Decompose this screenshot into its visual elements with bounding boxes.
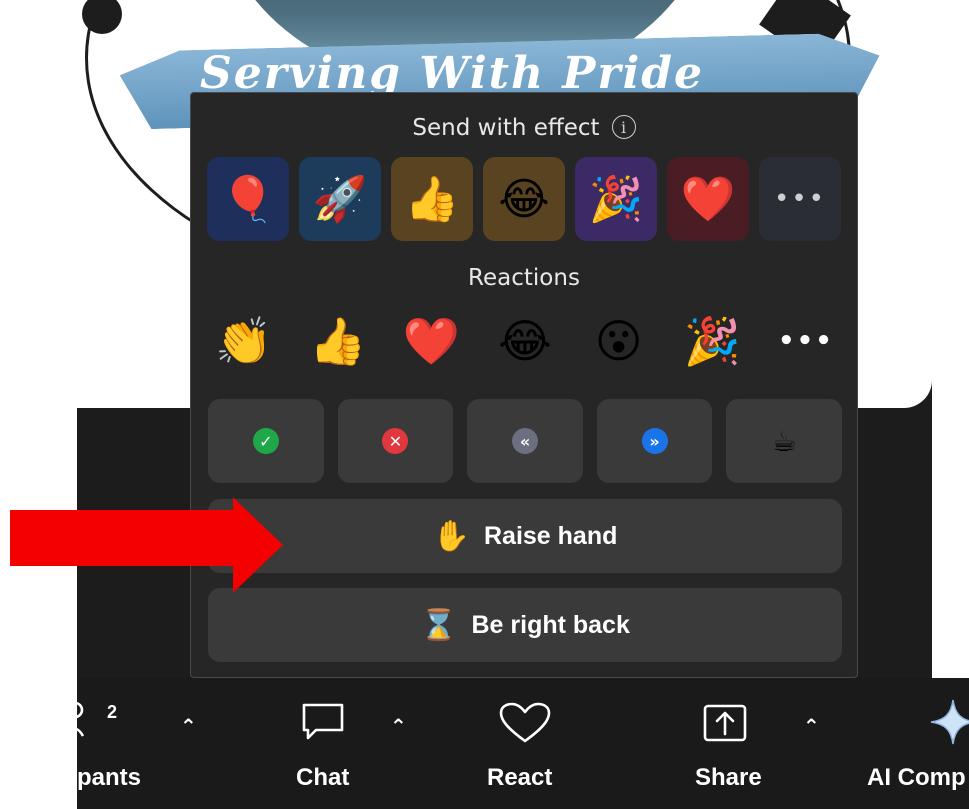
effect-laughing-button[interactable]: 😂 xyxy=(483,157,565,241)
effect-balloon-button[interactable]: 🎈 xyxy=(207,157,289,241)
reaction-laughing-button[interactable]: 😂 xyxy=(486,311,564,371)
slower-button[interactable]: « xyxy=(467,399,583,483)
party-popper-icon: 🎉 xyxy=(683,313,741,368)
no-x-icon: ✕ xyxy=(382,428,409,454)
faster-button[interactable]: » xyxy=(596,399,713,483)
meeting-toolbar: 2 pants ⌃ Chat ⌃ React Share ⌃ AI Comp xyxy=(69,678,969,809)
chat-button[interactable]: Chat xyxy=(282,678,372,809)
slower-icon: « xyxy=(511,428,538,454)
chat-chevron-up-icon[interactable]: ⌃ xyxy=(390,714,407,738)
right-edge xyxy=(932,0,969,700)
participants-count: 2 xyxy=(107,702,118,722)
more-icon: ••• xyxy=(773,184,826,214)
laughing-face-icon: 😂 xyxy=(498,173,550,225)
reactions-row: 👏 👍 ❤️ 😂 😮 🎉 ••• xyxy=(205,311,845,371)
clapping-hands-icon: 👏 xyxy=(215,313,273,368)
laughing-face-icon: 😂 xyxy=(498,314,552,368)
effect-rocket-button[interactable]: 🚀 xyxy=(299,157,381,241)
raise-hand-label: Raise hand xyxy=(483,521,618,550)
participants-icon xyxy=(69,701,85,737)
reactions-title: Reactions xyxy=(468,265,580,291)
effect-more-button[interactable]: ••• xyxy=(759,157,841,241)
coffee-break-button[interactable]: ☕ xyxy=(726,399,842,483)
effect-heart-button[interactable]: ❤️ xyxy=(667,157,749,241)
faster-icon: » xyxy=(641,428,668,454)
no-button[interactable]: ✕ xyxy=(337,399,454,483)
ai-companion-button[interactable]: AI Comp xyxy=(867,678,969,809)
participants-button[interactable]: 2 pants xyxy=(69,678,147,809)
share-chevron-up-icon[interactable]: ⌃ xyxy=(803,714,820,738)
heart-outline-icon xyxy=(499,702,551,743)
react-label: React xyxy=(487,764,553,791)
reaction-more-button[interactable]: ••• xyxy=(767,311,845,371)
sparkle-icon xyxy=(930,699,969,745)
chat-label: Chat xyxy=(296,764,350,791)
reaction-clap-button[interactable]: 👏 xyxy=(205,311,283,371)
rocket-icon: 🚀 xyxy=(312,174,368,225)
thumbs-up-icon: 👍 xyxy=(309,313,367,368)
reactions-popup: Send with effect i 🎈 🚀 👍 😂 🎉 ❤️ ••• React… xyxy=(190,92,858,678)
ai-companion-label: AI Comp xyxy=(867,764,966,791)
annotation-arrow-shaft xyxy=(10,510,234,566)
reaction-thumbs-up-button[interactable]: 👍 xyxy=(299,311,377,371)
raised-hand-icon: ✋ xyxy=(432,519,470,553)
be-right-back-button[interactable]: ⌛ Be right back xyxy=(208,588,842,662)
reaction-heart-button[interactable]: ❤️ xyxy=(392,311,470,371)
participants-label: pants xyxy=(77,764,142,791)
party-popper-icon: 🎉 xyxy=(588,174,644,225)
share-screen-icon xyxy=(703,704,747,742)
reaction-party-button[interactable]: 🎉 xyxy=(673,311,751,371)
heart-icon: ❤️ xyxy=(402,313,460,368)
coffee-icon: ☕ xyxy=(771,424,797,458)
share-label: Share xyxy=(695,764,762,791)
yes-check-icon: ✓ xyxy=(252,428,279,454)
send-with-effect-title: Send with effect xyxy=(412,115,600,141)
raise-hand-button[interactable]: ✋ Raise hand xyxy=(208,499,842,573)
balloon-icon: 🎈 xyxy=(220,174,276,225)
surprised-face-icon: 😮 xyxy=(594,314,643,368)
effect-thumbs-up-button[interactable]: 👍 xyxy=(391,157,473,241)
effects-row: 🎈 🚀 👍 😂 🎉 ❤️ ••• xyxy=(207,157,847,243)
share-button[interactable]: Share xyxy=(685,678,785,809)
participants-chevron-up-icon[interactable]: ⌃ xyxy=(180,714,197,738)
send-with-effect-header: Send with effect i xyxy=(191,115,857,141)
chat-icon xyxy=(302,703,344,740)
more-icon: ••• xyxy=(778,326,834,356)
feedback-row: ✓ ✕ « » ☕ xyxy=(208,399,842,483)
info-icon[interactable]: i xyxy=(611,115,636,139)
yes-button[interactable]: ✓ xyxy=(208,399,324,483)
heart-icon: ❤️ xyxy=(680,174,736,225)
reaction-surprised-button[interactable]: 😮 xyxy=(580,311,658,371)
react-button[interactable]: React xyxy=(477,678,577,809)
thumbs-up-icon: 👍 xyxy=(404,174,460,225)
be-right-back-label: Be right back xyxy=(471,610,630,639)
effect-party-button[interactable]: 🎉 xyxy=(575,157,657,241)
annotation-arrow-head xyxy=(233,497,283,593)
hourglass-icon: ⌛ xyxy=(420,608,458,642)
